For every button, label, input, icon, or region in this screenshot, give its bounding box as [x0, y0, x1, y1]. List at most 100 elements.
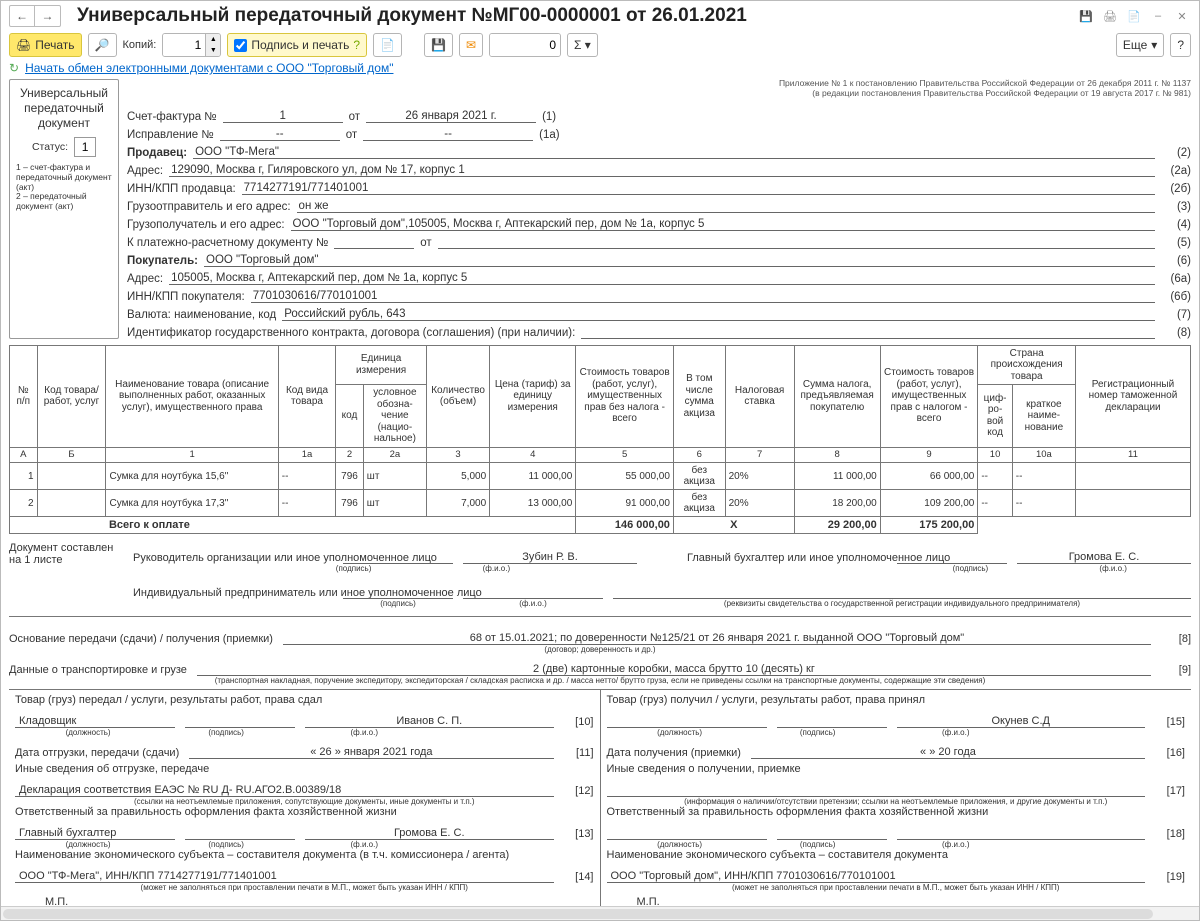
document-icon: 📄 — [380, 38, 395, 52]
nav-forward-button[interactable]: → — [35, 5, 61, 27]
horizontal-scrollbar[interactable] — [1, 906, 1199, 920]
seller-val: ООО "ТФ-Мега" — [193, 146, 1155, 159]
lt-r4: [13] — [564, 828, 594, 840]
seller-rn: (2) — [1155, 147, 1191, 159]
paydoc-ot: от — [414, 237, 437, 249]
lt-resp-name: Громова Е. С. — [305, 827, 554, 840]
table-row: 1Сумка для ноутбука 15,6"--796шт5,00011 … — [10, 463, 1191, 490]
copies-spinner[interactable]: ▲▼ — [162, 33, 221, 57]
trans-r: [9] — [1161, 664, 1191, 676]
th-unit: Единица измерения — [336, 345, 427, 385]
items-table: № п/п Код товара/ работ, услуг Наименова… — [9, 345, 1191, 535]
lt-mp: М.П. — [15, 896, 594, 906]
head-name: Зубин Р. В. — [463, 551, 637, 564]
isp-r: (1а) — [533, 129, 565, 141]
rt-title: Товар (груз) получил / услуги, результат… — [607, 694, 1186, 706]
email-button[interactable]: ✉ — [459, 33, 483, 57]
doc-icon-button[interactable]: 📄 — [373, 33, 402, 57]
document-body: Универсальный передаточный документ Стат… — [1, 79, 1199, 906]
cc-9: 9 — [880, 447, 978, 463]
minimize-icon[interactable]: – — [1149, 7, 1167, 25]
trans-lbl: Данные о транспортировке и грузе — [9, 664, 187, 676]
lc5: (подпись) — [171, 840, 281, 849]
rc5: (подпись) — [763, 840, 873, 849]
print-button[interactable]: 🖨 Печать — [9, 33, 82, 57]
lt-date-lbl: Дата отгрузки, передачи (сдачи) — [15, 747, 179, 759]
basis-cap: (договор; доверенность и др.) — [9, 645, 1191, 654]
scroll-thumb[interactable] — [3, 909, 1153, 919]
edo-link[interactable]: Начать обмен электронными документами с … — [25, 61, 393, 75]
th-np: № п/п — [10, 345, 38, 447]
lt-r5: [14] — [564, 871, 594, 883]
rc2: (подпись) — [763, 728, 873, 737]
rt-r4: [18] — [1155, 828, 1185, 840]
addr-rn: (2а) — [1155, 165, 1191, 177]
spin-down-button[interactable]: ▼ — [206, 45, 220, 56]
binn-lbl: ИНН/КПП покупателя: — [127, 291, 251, 303]
th-tax: Сумма налога, предъяв­ляемая покупателю — [794, 345, 880, 447]
rt-r2: [16] — [1155, 747, 1185, 759]
preview-icon[interactable]: 📄 — [1125, 7, 1143, 25]
baddr-rn: (6а) — [1155, 273, 1191, 285]
titlebar: ← → Универсальный передаточный документ … — [1, 1, 1199, 29]
th-rate: Налоговая ставка — [725, 345, 794, 447]
close-icon[interactable]: ✕ — [1173, 7, 1191, 25]
acc-label: Главный бухгалтер или иное уполномоченно… — [687, 552, 887, 564]
total-sum: 175 200,00 — [880, 517, 978, 534]
print-label: Печать — [35, 38, 74, 52]
recv-rn: (4) — [1155, 219, 1191, 231]
window-title: Универсальный передаточный документ №МГ0… — [77, 5, 1077, 27]
spin-up-button[interactable]: ▲ — [206, 34, 220, 45]
lt-title: Товар (груз) передал / услуги, результат… — [15, 694, 594, 706]
zero-input[interactable] — [490, 34, 560, 56]
nav-back-button[interactable]: ← — [9, 5, 35, 27]
th-kind: Код вида товара — [278, 345, 335, 447]
lt-org-cap: (может не заполняться при проставлении п… — [15, 883, 594, 892]
cc-7: 7 — [725, 447, 794, 463]
save-icon[interactable]: 💾 — [1077, 7, 1095, 25]
th-name: Наименование товара (описание выполненны… — [106, 345, 278, 447]
lt-resp-pos: Главный бухгалтер — [15, 827, 175, 840]
cap1: (подпись) — [299, 564, 409, 573]
help-button[interactable]: ? — [1170, 33, 1191, 57]
cap3: (подпись) — [915, 564, 1025, 573]
cap6: (ф.и.о.) — [463, 599, 603, 608]
th-cn: краткое наиме­нование — [1012, 385, 1075, 448]
status-input[interactable] — [74, 137, 96, 157]
baddr-val: 105005, Москва г, Аптекарский пер, дом №… — [169, 272, 1155, 285]
sign-stamp-button[interactable]: Подпись и печать ? — [227, 33, 367, 57]
help-small-icon[interactable]: ? — [353, 38, 360, 52]
save-disk-button[interactable]: 💾 — [424, 33, 453, 57]
more-button[interactable]: Еще ▾ — [1116, 33, 1164, 57]
lt-org-val: ООО "ТФ-Мега", ИНН/КПП 7714277191/771401… — [15, 870, 554, 883]
upd-title: Универсальный передаточный документ — [16, 86, 112, 131]
cap5: (подпись) — [343, 599, 453, 608]
refresh-icon[interactable]: ↻ — [9, 61, 19, 75]
rt-r3: [17] — [1155, 785, 1185, 797]
magnifier-doc-icon: 🔎 — [95, 38, 110, 52]
printer-icon: 🖨 — [16, 38, 31, 52]
isp-no: -- — [220, 128, 340, 141]
th-excise: В том числе сумма акциза — [673, 345, 725, 447]
gov-lbl: Идентификатор государственного контракта… — [127, 327, 581, 339]
sf-ot: от — [343, 111, 366, 123]
cc-4: 4 — [490, 447, 576, 463]
rt-r1: [15] — [1155, 716, 1185, 728]
zero-spinner[interactable] — [489, 33, 561, 57]
cur-rn: (7) — [1155, 309, 1191, 321]
lt-r2: [11] — [564, 747, 594, 759]
print-icon[interactable]: 🖨 — [1101, 7, 1119, 25]
sum-button[interactable]: Σ ▾ — [567, 33, 598, 57]
paydoc-no — [334, 248, 414, 249]
status-label: Статус: — [32, 141, 68, 153]
copies-input[interactable] — [163, 34, 205, 56]
lt-date-val: « 26 » января 2021 года — [189, 746, 553, 759]
cc-6: 6 — [673, 447, 725, 463]
cc-B: Б — [37, 447, 106, 463]
sign-stamp-checkbox[interactable] — [234, 39, 247, 52]
cc-5: 5 — [576, 447, 674, 463]
search-preview-button[interactable]: 🔎 — [88, 33, 117, 57]
diskette-icon: 💾 — [431, 38, 446, 52]
rc3: (ф.и.о.) — [883, 728, 1029, 737]
rc1: (должность) — [607, 728, 753, 737]
